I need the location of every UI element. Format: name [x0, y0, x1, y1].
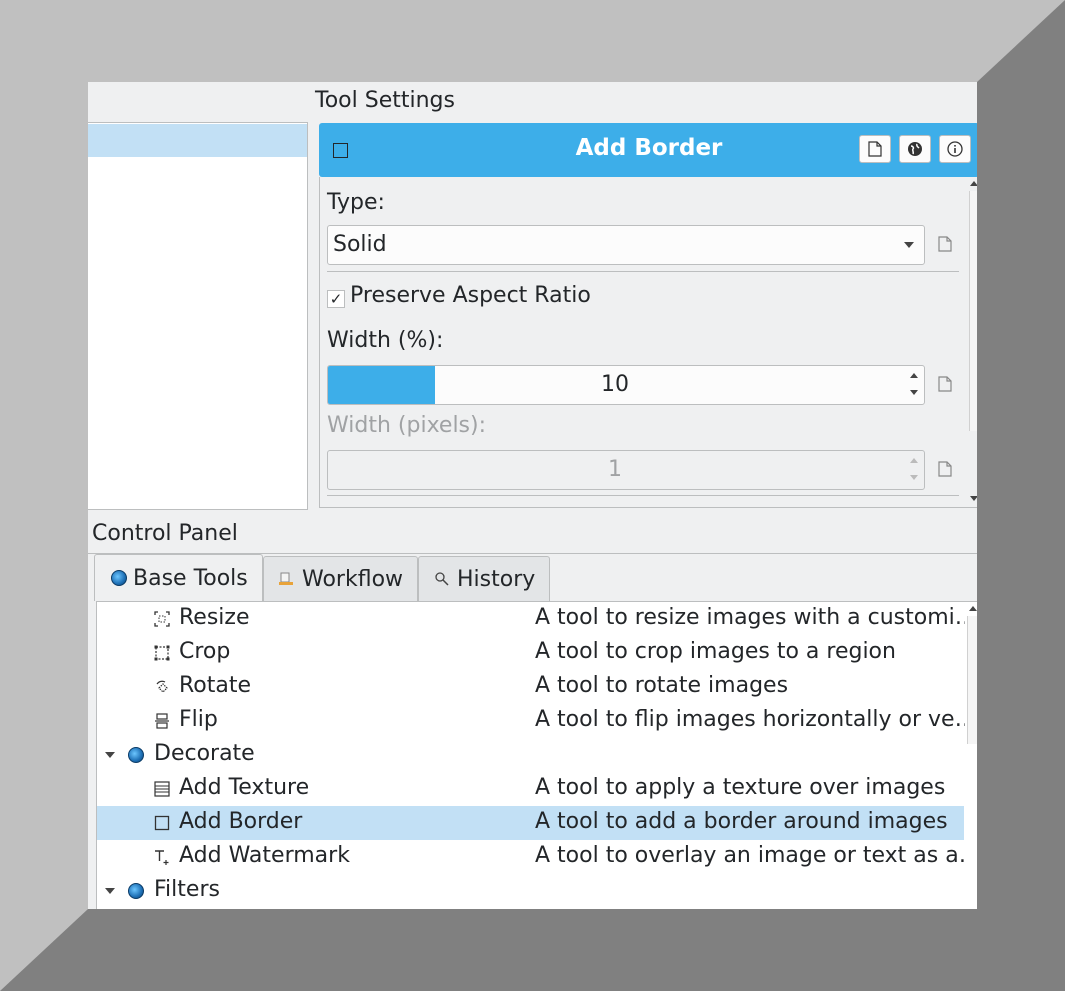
globe-icon — [908, 142, 922, 156]
divider — [327, 495, 959, 496]
magnifier-icon — [435, 572, 449, 586]
globe-icon — [128, 747, 144, 763]
reset-type-icon[interactable] — [938, 236, 952, 252]
tab-workflow[interactable]: Workflow — [263, 556, 418, 601]
tree-row-name: Add Texture — [179, 775, 310, 800]
tool-list-panel[interactable] — [88, 122, 308, 510]
info-icon — [947, 141, 963, 157]
tab-label: Workflow — [302, 566, 404, 592]
tree-row-name: Decorate — [154, 741, 255, 766]
frame-top — [0, 0, 1065, 82]
reset-width-pixels-icon[interactable] — [938, 461, 952, 477]
tree-row-desc: A tool to crop images to a region — [535, 639, 896, 664]
texture-icon — [154, 781, 170, 797]
globe-icon — [111, 570, 127, 586]
tree-row-filters[interactable]: Filters — [97, 874, 964, 908]
tab-label: History — [457, 566, 536, 592]
frame-bottom — [88, 909, 1065, 991]
spin-up-icon[interactable] — [910, 373, 918, 378]
tab-base-tools[interactable]: Base Tools — [94, 554, 263, 601]
tree-row-name: Add Watermark — [179, 843, 350, 868]
resize-icon — [154, 611, 170, 627]
spin-down-icon[interactable] — [910, 390, 918, 395]
spin-up-icon — [910, 458, 918, 463]
tree-row-name: Rotate — [179, 673, 252, 698]
scrollbar-thumb[interactable] — [967, 616, 977, 744]
type-label: Type: — [327, 190, 385, 215]
tree-row-desc: A tool to overlay an image or text as a… — [535, 843, 965, 868]
frame-corner-tr — [977, 0, 1065, 82]
preserve-aspect-checkbox[interactable]: ✓ — [327, 290, 345, 308]
frame-left — [0, 0, 88, 991]
tree-row-name: Add Border — [179, 809, 303, 834]
online-help-button[interactable] — [899, 135, 931, 163]
tree-row-rotate[interactable]: Rotate A tool to rotate images — [97, 670, 964, 704]
watermark-icon — [155, 850, 169, 865]
tree-row-desc: A tool to apply a texture over images — [535, 775, 946, 800]
width-percent-label: Width (%): — [327, 328, 444, 353]
flip-icon — [155, 713, 169, 729]
scroll-down-icon[interactable] — [970, 496, 977, 501]
tools-tree: Resize A tool to resize images with a cu… — [96, 601, 977, 909]
tree-row-name: Flip — [179, 707, 218, 732]
tool-settings-title: Tool Settings — [315, 88, 455, 113]
app-window: Tool Settings Add Border Type: Solid ✓ P… — [88, 82, 977, 909]
width-pixels-label: Width (pixels): — [327, 413, 487, 438]
document-icon — [868, 141, 882, 157]
type-combo[interactable]: Solid — [327, 225, 925, 265]
tree-row-crop[interactable]: Crop A tool to crop images to a region — [97, 636, 964, 670]
tool-list-selection[interactable] — [88, 124, 307, 157]
info-button[interactable] — [939, 135, 971, 163]
tree-row-desc: A tool to rotate images — [535, 673, 789, 698]
expand-arrow-icon[interactable] — [105, 752, 115, 758]
settings-scrollbar[interactable] — [969, 181, 977, 503]
reset-width-percent-icon[interactable] — [938, 376, 952, 392]
tree-row-add-watermark[interactable]: Add Watermark A tool to overlay an image… — [97, 840, 965, 874]
width-percent-spinbox[interactable]: 10 — [327, 365, 925, 405]
scroll-up-icon[interactable] — [970, 181, 977, 186]
expand-arrow-icon[interactable] — [105, 888, 115, 894]
tree-row-name: Resize — [179, 605, 250, 630]
tree-row-name: Filters — [154, 877, 220, 902]
tree-row-desc: A tool to resize images with a customi… — [535, 605, 965, 630]
frame-right — [977, 82, 1065, 991]
tree-scrollbar[interactable] — [967, 602, 977, 909]
tree-row-add-texture[interactable]: Add Texture A tool to apply a texture ov… — [97, 772, 964, 806]
rotate-icon — [156, 680, 168, 693]
tree-row-desc: A tool to add a border around images — [535, 809, 948, 834]
globe-icon — [128, 883, 144, 899]
tree-row-resize[interactable]: Resize A tool to resize images with a cu… — [97, 602, 965, 636]
frame-corner-bl — [0, 909, 88, 991]
type-value: Solid — [333, 232, 387, 257]
preserve-aspect-label: Preserve Aspect Ratio — [350, 283, 591, 308]
tree-row-desc: A tool to flip images horizontally or ve… — [535, 707, 965, 732]
scrollbar-thumb[interactable] — [969, 191, 977, 431]
tab-history[interactable]: History — [418, 556, 550, 601]
scroll-up-icon[interactable] — [969, 606, 977, 611]
spin-down-icon — [910, 475, 918, 480]
chevron-down-icon — [904, 242, 914, 248]
crop-icon — [154, 645, 170, 661]
control-panel-title: Control Panel — [92, 521, 238, 546]
workflow-icon — [279, 572, 293, 585]
width-percent-value: 10 — [601, 372, 629, 397]
tree-row-add-border[interactable]: Add Border A tool to add a border around… — [97, 806, 964, 840]
width-pixels-spinbox: 1 — [327, 450, 925, 490]
border-icon — [154, 815, 170, 831]
tree-row-name: Crop — [179, 639, 231, 664]
divider — [327, 271, 959, 272]
width-pixels-value: 1 — [608, 457, 622, 482]
save-settings-button[interactable] — [859, 135, 891, 163]
tree-row-decorate[interactable]: Decorate — [97, 738, 964, 772]
tab-label: Base Tools — [133, 565, 248, 591]
tool-header: Add Border — [319, 123, 977, 177]
settings-panel: Type: Solid ✓ Preserve Aspect Ratio Widt… — [319, 177, 977, 508]
tree-row-flip[interactable]: Flip A tool to flip images horizontally … — [97, 704, 965, 738]
